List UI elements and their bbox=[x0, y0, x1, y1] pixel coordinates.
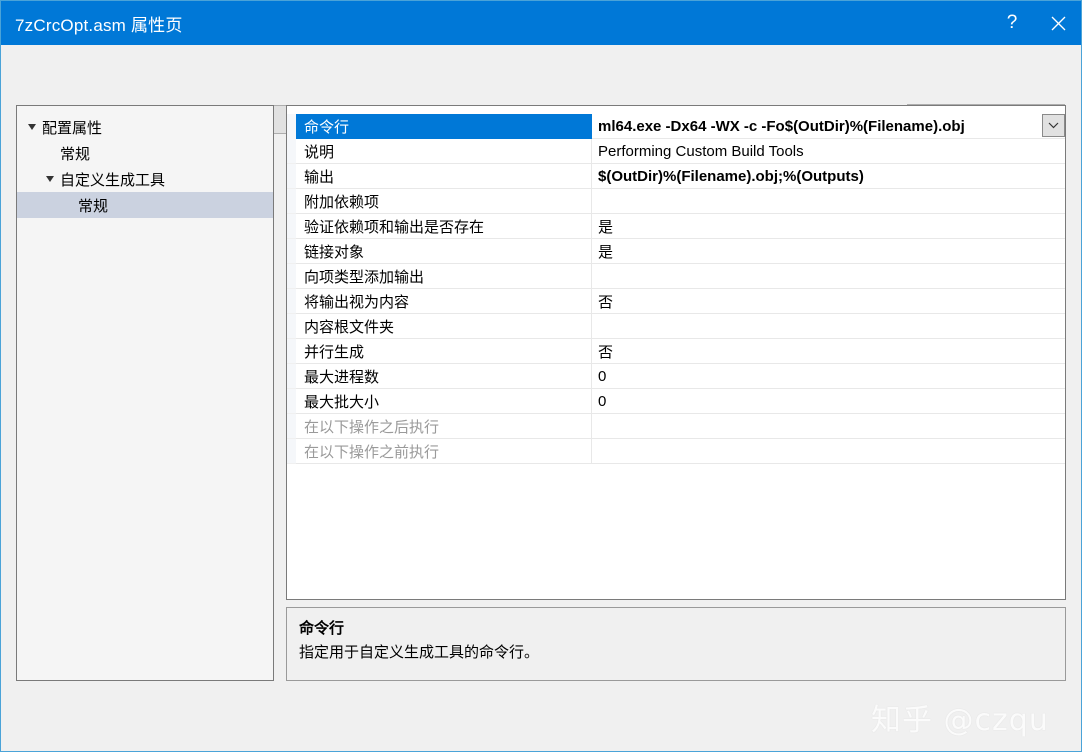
property-value-text: 是 bbox=[598, 243, 614, 261]
dialog-footer: 确定 取消 应用(A) bbox=[1, 691, 1081, 751]
property-row-gutter bbox=[287, 164, 296, 189]
property-name-cell[interactable]: 在以下操作之前执行 bbox=[296, 439, 592, 464]
property-row[interactable]: 验证依赖项和输出是否存在是 bbox=[287, 214, 1065, 239]
property-row[interactable]: 附加依赖项 bbox=[287, 189, 1065, 214]
property-name-cell[interactable]: 验证依赖项和输出是否存在 bbox=[296, 214, 592, 239]
property-value-cell[interactable] bbox=[592, 439, 1065, 464]
property-value-text: Performing Custom Build Tools bbox=[598, 142, 804, 160]
close-button[interactable] bbox=[1035, 1, 1081, 45]
property-row[interactable]: 说明 Performing Custom Build Tools bbox=[287, 139, 1065, 164]
chevron-down-icon bbox=[1048, 122, 1059, 129]
property-value-cell[interactable]: 否 bbox=[592, 339, 1065, 364]
property-row-gutter bbox=[287, 339, 296, 364]
property-value-cell[interactable]: 0 bbox=[592, 389, 1065, 414]
property-row-gutter bbox=[287, 214, 296, 239]
close-icon bbox=[1051, 16, 1065, 30]
tree-item[interactable]: 常规 bbox=[17, 192, 273, 218]
property-row-gutter bbox=[287, 189, 296, 214]
property-value-cell[interactable]: 否 bbox=[592, 289, 1065, 314]
property-row[interactable]: 在以下操作之前执行 bbox=[287, 439, 1065, 464]
tree-item-label: 常规 bbox=[78, 197, 109, 215]
window-title: 7zCrcOpt.asm 属性页 bbox=[15, 15, 183, 35]
property-name-cell[interactable]: 在以下操作之后执行 bbox=[296, 414, 592, 439]
property-value-cell[interactable] bbox=[592, 314, 1065, 339]
configuration-toolbar: 配置(C): Release 平台(P): x64 配置管理器(O)... bbox=[1, 45, 1081, 135]
property-row-gutter bbox=[287, 414, 296, 439]
property-row[interactable]: 内容根文件夹 bbox=[287, 314, 1065, 339]
property-name-cell[interactable]: 最大进程数 bbox=[296, 364, 592, 389]
property-row-gutter bbox=[287, 364, 296, 389]
property-grid[interactable]: 命令行 ml64.exe -Dx64 -WX -c -Fo$(OutDir)%(F… bbox=[286, 105, 1066, 600]
property-value-text: 否 bbox=[598, 293, 614, 311]
property-name-cell[interactable]: 最大批大小 bbox=[296, 389, 592, 414]
property-row[interactable]: 在以下操作之后执行 bbox=[287, 414, 1065, 439]
property-value-cell[interactable]: 是 bbox=[592, 214, 1065, 239]
property-name-cell[interactable]: 输出 bbox=[296, 164, 592, 189]
help-button[interactable]: ? bbox=[989, 1, 1035, 45]
property-row-gutter bbox=[287, 239, 296, 264]
question-mark-icon: ? bbox=[1006, 12, 1018, 33]
property-row[interactable]: 将输出视为内容否 bbox=[287, 289, 1065, 314]
description-panel: 命令行 指定用于自定义生成工具的命令行。 bbox=[286, 607, 1066, 681]
property-value-text: 0 bbox=[598, 367, 607, 385]
property-value-text: 0 bbox=[598, 392, 607, 410]
property-name-cell[interactable]: 命令行 bbox=[296, 114, 592, 139]
property-row[interactable]: 命令行 ml64.exe -Dx64 -WX -c -Fo$(OutDir)%(F… bbox=[287, 114, 1065, 139]
description-body: 指定用于自定义生成工具的命令行。 bbox=[299, 644, 540, 661]
property-row[interactable]: 并行生成否 bbox=[287, 339, 1065, 364]
property-row-gutter bbox=[287, 114, 296, 139]
property-value-cell[interactable] bbox=[592, 414, 1065, 439]
property-value-cell[interactable]: 0 bbox=[592, 364, 1065, 389]
tree-item-label: 自定义生成工具 bbox=[60, 171, 166, 189]
expander-expanded-icon[interactable] bbox=[41, 174, 59, 184]
property-pages-dialog: 7zCrcOpt.asm 属性页 ? 配置(C): Release 平台(P):… bbox=[0, 0, 1082, 752]
property-value-cell[interactable]: $(OutDir)%(Filename).obj;%(Outputs) bbox=[592, 164, 1065, 189]
property-name-cell[interactable]: 链接对象 bbox=[296, 239, 592, 264]
property-row-gutter bbox=[287, 314, 296, 339]
property-value-cell[interactable]: Performing Custom Build Tools bbox=[592, 139, 1065, 164]
tree-item[interactable]: 常规 bbox=[17, 140, 273, 166]
expander-expanded-icon[interactable] bbox=[23, 122, 41, 132]
tree-item[interactable]: 配置属性 bbox=[17, 114, 273, 140]
property-name-cell[interactable]: 说明 bbox=[296, 139, 592, 164]
property-name-cell[interactable]: 并行生成 bbox=[296, 339, 592, 364]
property-row-gutter bbox=[287, 439, 296, 464]
property-row[interactable]: 最大批大小 0 bbox=[287, 389, 1065, 414]
property-value-text: $(OutDir)%(Filename).obj;%(Outputs) bbox=[598, 167, 864, 185]
tree-item[interactable]: 自定义生成工具 bbox=[17, 166, 273, 192]
property-row[interactable]: 输出 $(OutDir)%(Filename).obj;%(Outputs) bbox=[287, 164, 1065, 189]
property-row-gutter bbox=[287, 139, 296, 164]
property-value-dropdown-button[interactable] bbox=[1042, 114, 1065, 137]
property-row[interactable]: 链接对象是 bbox=[287, 239, 1065, 264]
property-row-gutter bbox=[287, 264, 296, 289]
property-value-cell[interactable]: 是 bbox=[592, 239, 1065, 264]
tree-rows-container: 配置属性 常规 自定义生成工具 常规 bbox=[17, 106, 273, 218]
property-row[interactable]: 向项类型添加输出 bbox=[287, 264, 1065, 289]
property-row-gutter bbox=[287, 289, 296, 314]
description-title: 命令行 bbox=[299, 620, 345, 637]
property-grid-rows: 命令行 ml64.exe -Dx64 -WX -c -Fo$(OutDir)%(F… bbox=[287, 106, 1065, 464]
property-name-cell[interactable]: 内容根文件夹 bbox=[296, 314, 592, 339]
property-value-cell[interactable] bbox=[592, 264, 1065, 289]
property-row-gutter bbox=[287, 389, 296, 414]
property-name-cell[interactable]: 附加依赖项 bbox=[296, 189, 592, 214]
property-name-cell[interactable]: 向项类型添加输出 bbox=[296, 264, 592, 289]
property-value-text: 是 bbox=[598, 218, 614, 236]
property-name-cell[interactable]: 将输出视为内容 bbox=[296, 289, 592, 314]
tree-item-label: 配置属性 bbox=[42, 119, 103, 137]
title-bar: 7zCrcOpt.asm 属性页 ? bbox=[1, 1, 1081, 45]
configuration-tree[interactable]: 配置属性 常规 自定义生成工具 常规 bbox=[16, 105, 274, 681]
property-value-text: 否 bbox=[598, 343, 614, 361]
property-value-cell[interactable]: ml64.exe -Dx64 -WX -c -Fo$(OutDir)%(File… bbox=[592, 114, 1065, 139]
property-value-cell[interactable] bbox=[592, 189, 1065, 214]
tree-item-label: 常规 bbox=[60, 145, 91, 163]
property-value-text: ml64.exe -Dx64 -WX -c -Fo$(OutDir)%(File… bbox=[598, 117, 965, 135]
property-row[interactable]: 最大进程数 0 bbox=[287, 364, 1065, 389]
